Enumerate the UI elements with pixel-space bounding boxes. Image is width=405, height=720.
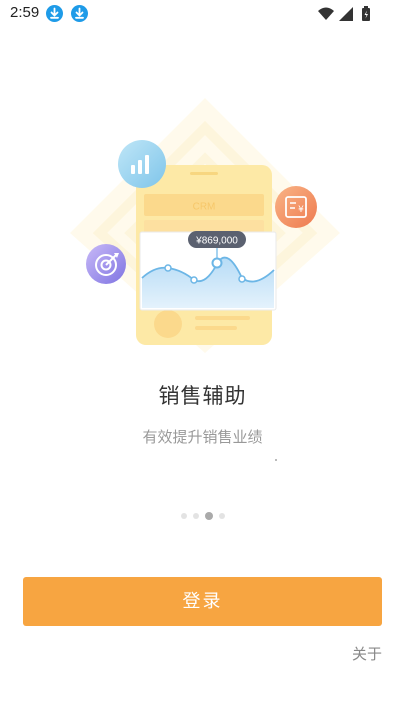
wifi-icon xyxy=(318,7,334,20)
price-badge-text: ¥869,000 xyxy=(195,236,238,247)
price-badge: ¥869,000 xyxy=(188,231,246,248)
system-status-icons xyxy=(318,6,370,21)
svg-text:¥: ¥ xyxy=(298,205,304,215)
page-title: 销售辅助 xyxy=(158,384,247,408)
onboarding-screen: 2:59 CRM ¥869,000 ¥ 销售辅助 有效提升销售业绩 登录 关于 xyxy=(0,0,405,720)
about-link[interactable]: 关于 xyxy=(352,643,382,664)
battery-icon xyxy=(362,6,370,21)
login-button[interactable]: 登录 xyxy=(23,577,382,626)
sales-illustration: CRM ¥869,000 ¥ xyxy=(70,98,340,353)
decorative-dot xyxy=(275,459,277,461)
bar-chart-icon xyxy=(118,140,166,188)
pager-indicator xyxy=(0,505,405,520)
status-bar: 2:59 xyxy=(0,0,405,28)
page-subtitle: 有效提升销售业绩 xyxy=(142,428,263,446)
pager-dot-active[interactable] xyxy=(204,511,213,520)
invoice-icon: ¥ xyxy=(275,186,317,228)
download-icon xyxy=(46,5,63,22)
cellular-signal-icon xyxy=(339,7,353,21)
pager-dot[interactable] xyxy=(218,512,225,519)
target-icon xyxy=(86,244,126,284)
pager-dot[interactable] xyxy=(192,512,199,519)
download-icon xyxy=(71,5,88,22)
phone-header-text: CRM xyxy=(193,202,216,213)
pager-dot[interactable] xyxy=(180,512,187,519)
status-time: 2:59 xyxy=(10,4,40,21)
